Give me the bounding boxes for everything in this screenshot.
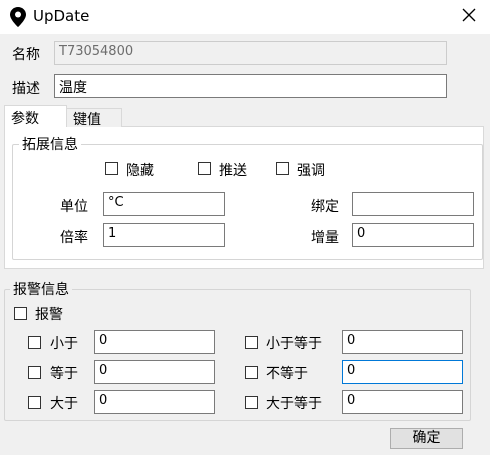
greater-equal-checkbox[interactable] (245, 396, 258, 409)
hide-checkbox[interactable] (105, 162, 118, 175)
binding-field[interactable] (352, 192, 474, 216)
name-field[interactable]: T73054800 (54, 41, 447, 65)
alarm-info-legend: 报警信息 (10, 279, 72, 299)
greater-than-checkbox[interactable] (28, 396, 41, 409)
ratio-field[interactable]: 1 (103, 223, 225, 247)
equal-field[interactable]: 0 (94, 360, 215, 384)
emphasize-label: 强调 (297, 163, 325, 179)
alarm-enable-checkbox[interactable] (14, 307, 27, 320)
hide-label: 隐藏 (126, 163, 154, 179)
equal-checkbox[interactable] (28, 366, 41, 379)
less-equal-label: 小于等于 (266, 336, 322, 352)
not-equal-field[interactable]: 0 (342, 360, 463, 384)
close-icon[interactable] (458, 4, 480, 26)
less-equal-checkbox[interactable] (245, 336, 258, 349)
greater-equal-field[interactable]: 0 (342, 390, 463, 414)
alarm-enable-label: 报警 (35, 307, 63, 323)
extended-info-legend: 拓展信息 (19, 134, 81, 154)
less-equal-field[interactable]: 0 (342, 330, 463, 354)
name-label: 名称 (12, 47, 40, 63)
equal-label: 等于 (50, 366, 78, 382)
less-than-field[interactable]: 0 (94, 330, 215, 354)
greater-than-field[interactable]: 0 (94, 390, 215, 414)
less-than-label: 小于 (50, 336, 78, 352)
unit-label: 单位 (60, 199, 88, 215)
ratio-label: 倍率 (60, 230, 88, 246)
not-equal-label: 不等于 (266, 366, 308, 382)
increment-label: 增量 (311, 230, 339, 246)
tab-params[interactable]: 参数 (4, 105, 67, 127)
emphasize-checkbox[interactable] (276, 162, 289, 175)
location-pin-icon (10, 7, 26, 27)
unit-field[interactable]: °C (103, 192, 225, 216)
description-field[interactable]: 温度 (54, 74, 447, 98)
not-equal-checkbox[interactable] (245, 366, 258, 379)
greater-than-label: 大于 (50, 396, 78, 412)
increment-field[interactable]: 0 (352, 223, 474, 247)
ok-button[interactable]: 确定 (390, 428, 463, 449)
description-label: 描述 (12, 81, 40, 97)
tab-keyvalue[interactable]: 键值 (66, 108, 122, 128)
window-title: UpDate (33, 7, 90, 25)
binding-label: 绑定 (311, 199, 339, 215)
push-label: 推送 (219, 163, 247, 179)
greater-equal-label: 大于等于 (266, 396, 322, 412)
push-checkbox[interactable] (198, 162, 211, 175)
less-than-checkbox[interactable] (28, 336, 41, 349)
